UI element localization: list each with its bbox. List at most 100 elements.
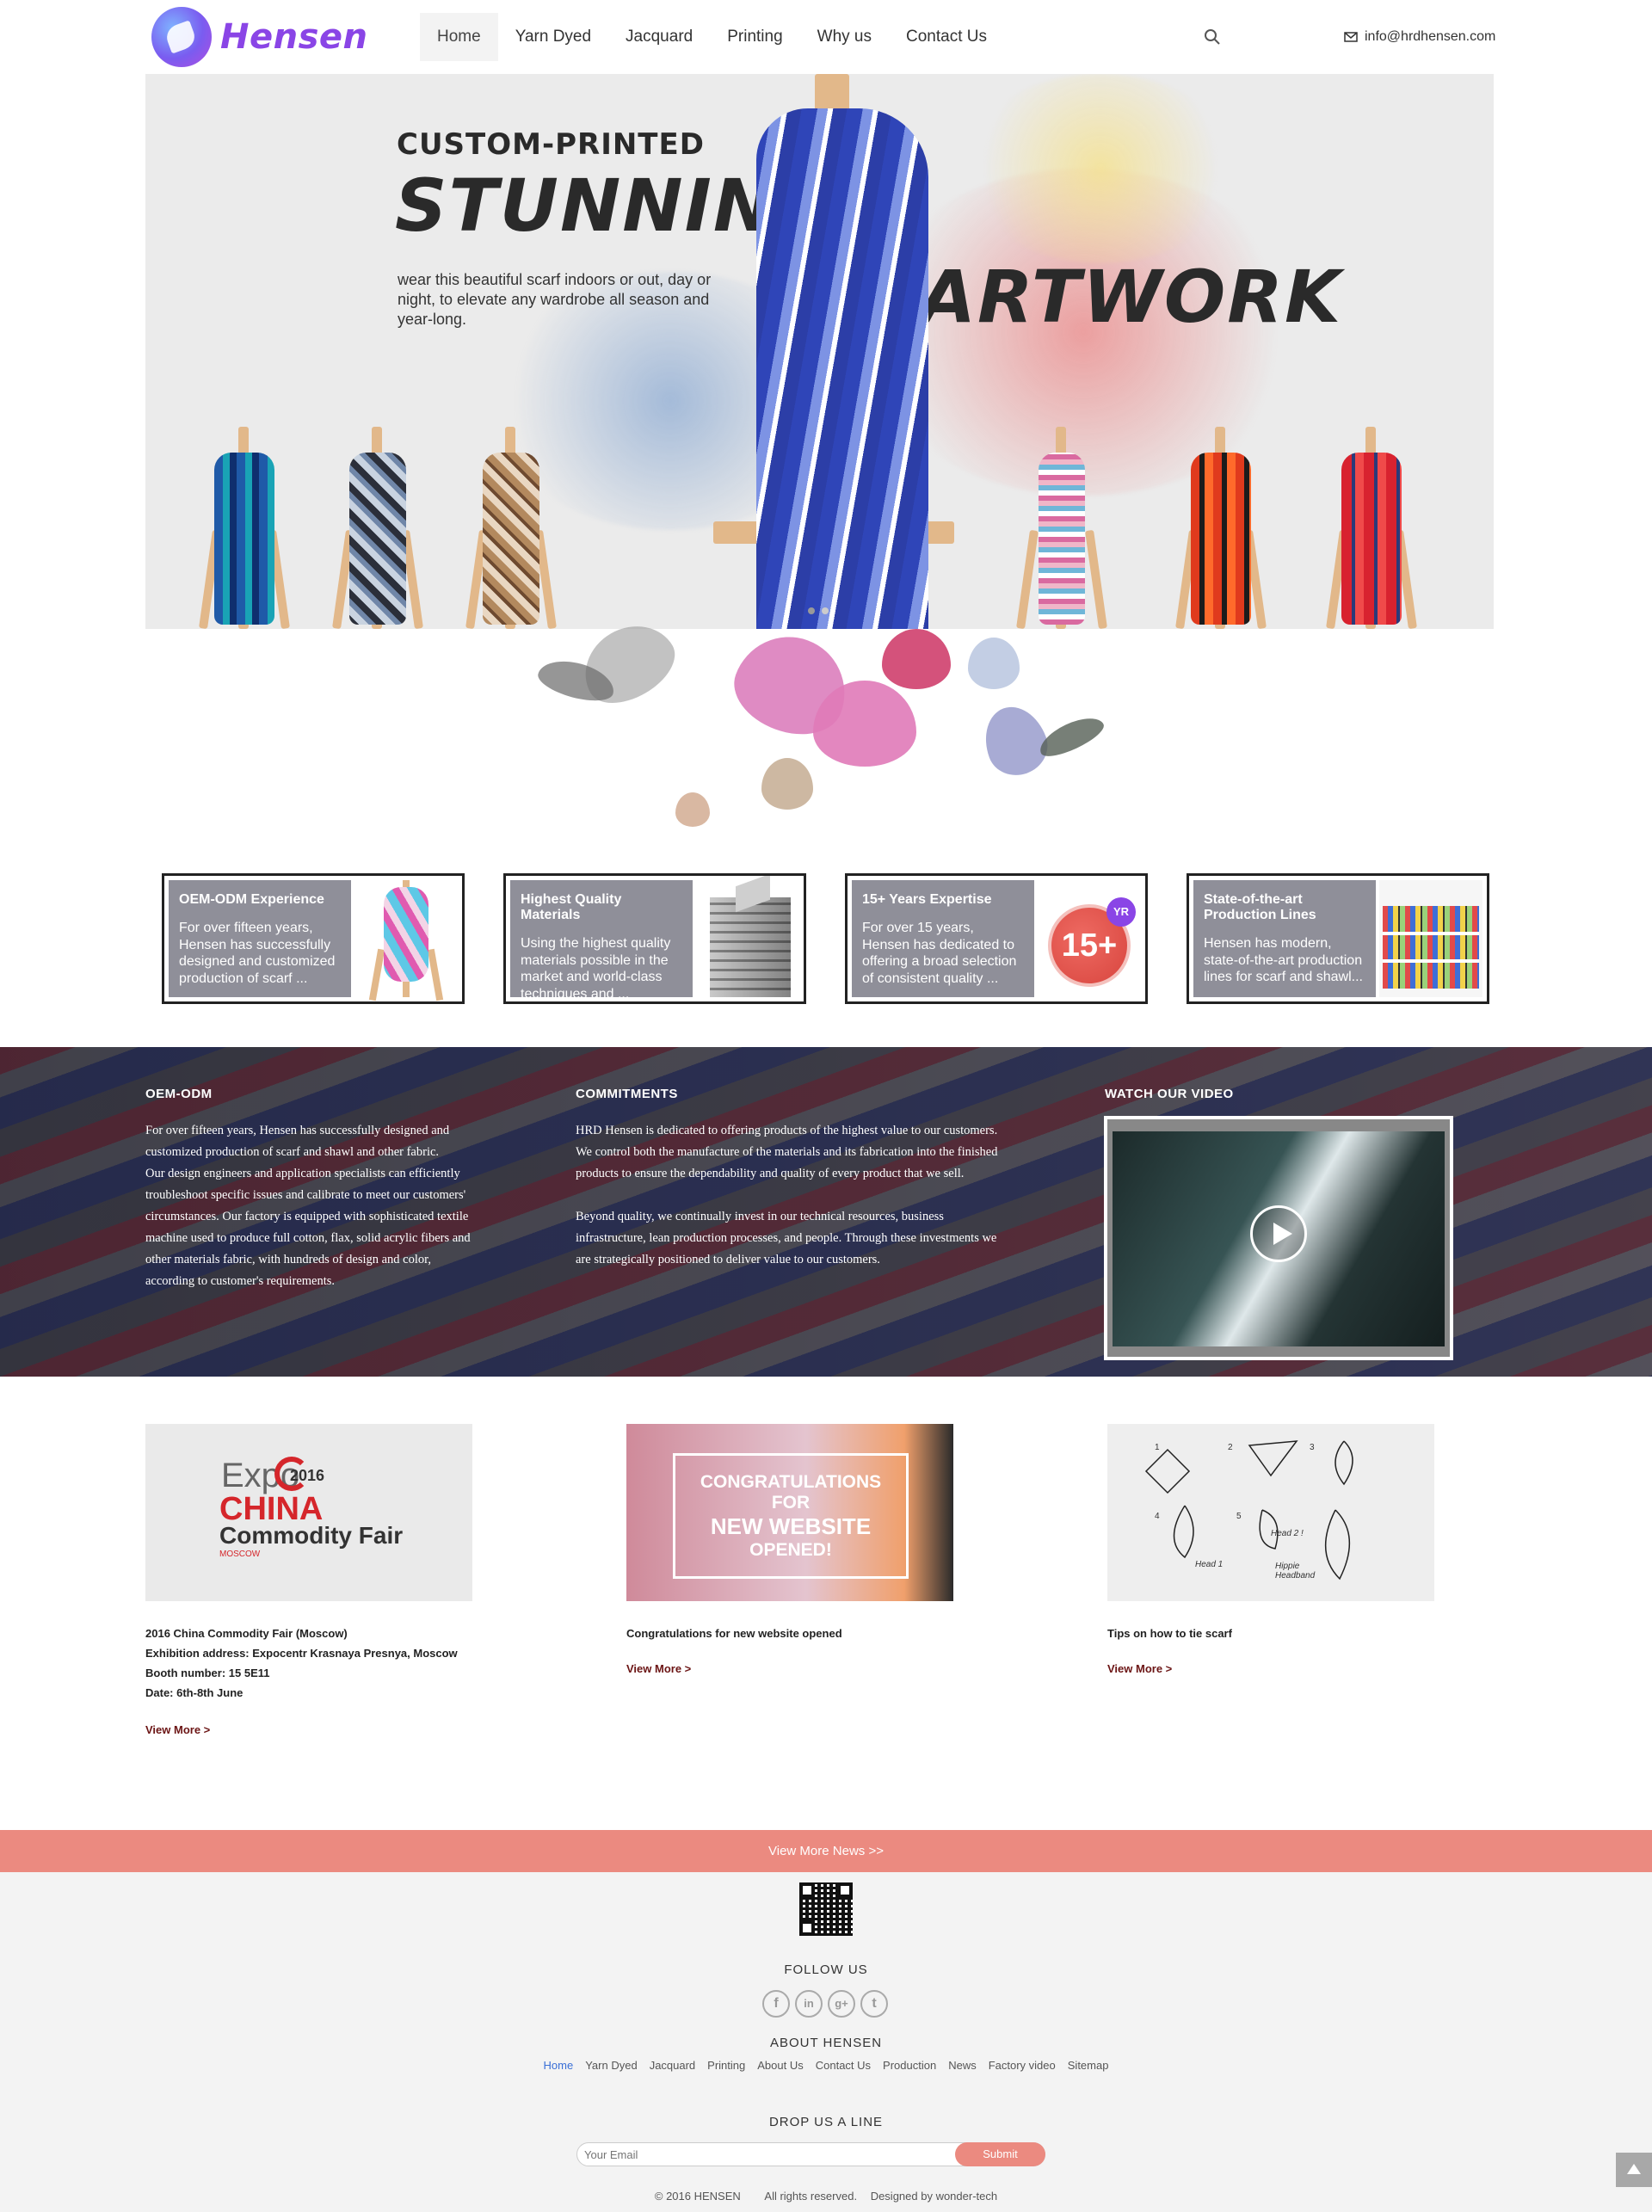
google-plus-icon[interactable]: g+ xyxy=(828,1990,855,2018)
footer-link-yarn-dyed[interactable]: Yarn Dyed xyxy=(585,2059,637,2072)
sketch-label: Hippie Headband xyxy=(1275,1562,1316,1580)
expo-image[interactable]: Expo 2016 CHINA Commodity Fair MOSCOW xyxy=(145,1424,472,1601)
feature-panel: 15+ Years Expertise For over 15 years, H… xyxy=(852,880,1034,997)
sketch-label: Head 2 ! xyxy=(1271,1529,1304,1538)
easel-scarf-2 xyxy=(330,427,425,629)
feature-title: Highest Quality Materials xyxy=(521,892,622,922)
view-more-news-bar[interactable]: View More News >> xyxy=(0,1830,1652,1872)
showroom-image xyxy=(1379,880,1482,997)
search-icon[interactable] xyxy=(1204,28,1221,46)
news-view-more-link[interactable]: View More > xyxy=(145,1723,472,1736)
congrats-line: CONGRATULATIONS xyxy=(700,1472,882,1492)
commitments-title: COMMITMENTS xyxy=(576,1087,678,1101)
feature-quality-materials[interactable]: Highest Quality Materials Using the high… xyxy=(503,873,806,1004)
nav-yarn-dyed[interactable]: Yarn Dyed xyxy=(498,13,608,61)
new-website-image[interactable]: CONGRATULATIONS FOR NEW WEBSITE OPENED! xyxy=(626,1424,953,1601)
feature-panel: Highest Quality Materials Using the high… xyxy=(510,880,693,1001)
building-image xyxy=(696,876,799,997)
expo-city: MOSCOW xyxy=(219,1550,261,1559)
hero-description: wear this beautiful scarf indoors or out… xyxy=(398,271,712,328)
yellow-paint-splash xyxy=(963,74,1238,263)
sketch-label: 4 xyxy=(1155,1512,1160,1521)
slider-dot[interactable] xyxy=(822,607,829,614)
congrats-line: FOR xyxy=(771,1493,811,1513)
feature-oem-odm[interactable]: OEM-ODM Experience For over fifteen year… xyxy=(162,873,465,1004)
page: Hensen Home Yarn Dyed Jacquard Printing … xyxy=(0,0,1652,2212)
congrats-text: CONGRATULATIONS FOR NEW WEBSITE OPENED! xyxy=(673,1472,909,1561)
news-line: Exhibition address: Expocentr Krasnaya P… xyxy=(145,1647,458,1660)
footer-link-sitemap[interactable]: Sitemap xyxy=(1068,2059,1109,2072)
oem-odm-text-1: For over fifteen years, Hensen has succe… xyxy=(145,1124,450,1159)
easel-scarf-4 xyxy=(1014,427,1109,629)
footer-link-contact-us[interactable]: Contact Us xyxy=(816,2059,871,2072)
footer-link-about-us[interactable]: About Us xyxy=(757,2059,803,2072)
header-email[interactable]: info@hrdhensen.com xyxy=(1344,29,1495,45)
sketch-label: 3 xyxy=(1310,1443,1315,1452)
twitter-icon[interactable]: t xyxy=(860,1990,888,2018)
featured-blue-scarf xyxy=(756,108,928,629)
feature-panel: OEM-ODM Experience For over fifteen year… xyxy=(169,880,351,997)
hero-slider[interactable]: CUSTOM-PRINTED STUNNING ARTWORK wear thi… xyxy=(145,74,1494,629)
expo-year: 2016 xyxy=(290,1467,325,1484)
commitments-text-1: HRD Hensen is dedicated to offering prod… xyxy=(576,1124,998,1180)
news-title: Tips on how to tie scarf xyxy=(1107,1627,1232,1640)
news-line: 2016 China Commodity Fair (Moscow) xyxy=(145,1627,348,1640)
nav-why-us[interactable]: Why us xyxy=(800,13,889,61)
congrats-line: OPENED! xyxy=(749,1540,832,1560)
feature-production-lines[interactable]: State-of-the-art Production Lines Hensen… xyxy=(1187,873,1489,1004)
mail-icon xyxy=(1344,32,1358,42)
oem-odm-title: OEM-ODM xyxy=(145,1087,213,1101)
logo-icon xyxy=(151,7,212,67)
slider-dot[interactable] xyxy=(808,607,815,614)
facebook-icon[interactable]: f xyxy=(762,1990,790,2018)
feature-title: State-of-the-art Production Lines xyxy=(1204,892,1316,922)
news-view-more-link[interactable]: View More > xyxy=(626,1662,953,1675)
sketch-label: Head 1 xyxy=(1195,1560,1224,1569)
feature-title: 15+ Years Expertise xyxy=(862,892,992,907)
about-band: OEM-ODM For over fifteen years, Hensen h… xyxy=(0,1047,1652,1377)
about-hensen-title: ABOUT HENSEN xyxy=(769,2036,883,2050)
back-to-top-button[interactable] xyxy=(1616,2153,1652,2187)
hero-slider-dots xyxy=(808,607,829,614)
linkedin-icon[interactable]: in xyxy=(795,1990,823,2018)
news-card-tips: 1 2 3 4 5 Head 1 Head 2 ! Hippie Headban… xyxy=(1107,1424,1434,1675)
footer-link-news[interactable]: News xyxy=(948,2059,977,2072)
logo[interactable]: Hensen xyxy=(151,5,368,69)
oem-odm-text-2: Our design engineers and application spe… xyxy=(145,1167,471,1288)
feature-text: For over 15 years, Hensen has dedicated … xyxy=(862,921,1017,986)
scarf-on-easel-image xyxy=(354,880,458,1001)
main-nav: Home Yarn Dyed Jacquard Printing Why us … xyxy=(420,13,1004,61)
rights-text: All rights reserved. xyxy=(764,2190,858,2203)
nav-contact-us[interactable]: Contact Us xyxy=(889,13,1004,61)
news-title: 2016 China Commodity Fair (Moscow) Exhib… xyxy=(145,1624,472,1703)
video-player[interactable] xyxy=(1104,1116,1453,1360)
email-input[interactable] xyxy=(577,2143,956,2166)
nav-jacquard[interactable]: Jacquard xyxy=(608,13,710,61)
footer-link-home[interactable]: Home xyxy=(544,2059,574,2072)
sketch-label: 2 xyxy=(1228,1443,1233,1452)
social-links: f in g+ t xyxy=(762,1990,888,2018)
designed-by-text: Designed by wonder-tech xyxy=(870,2190,998,2203)
badge-number: 15+ xyxy=(1061,927,1118,964)
congrats-line: NEW WEBSITE xyxy=(710,1513,872,1539)
scarf-tying-sketch-image[interactable]: 1 2 3 4 5 Head 1 Head 2 ! Hippie Headban… xyxy=(1107,1424,1434,1601)
nav-printing[interactable]: Printing xyxy=(710,13,799,61)
feature-text: Using the highest quality materials poss… xyxy=(521,936,671,1001)
footer-link-production[interactable]: Production xyxy=(883,2059,936,2072)
footer-link-factory-video[interactable]: Factory video xyxy=(989,2059,1056,2072)
feature-text: Hensen has modern, state-of-the-art prod… xyxy=(1204,936,1363,984)
footer-links: Home Yarn Dyed Jacquard Printing About U… xyxy=(0,2059,1652,2072)
hero-artwork-title: ARTWORK xyxy=(920,255,1343,339)
nav-home[interactable]: Home xyxy=(420,13,498,61)
news-card-expo: Expo 2016 CHINA Commodity Fair MOSCOW 20… xyxy=(145,1424,472,1736)
news-view-more-link[interactable]: View More > xyxy=(1107,1662,1434,1675)
footer-link-printing[interactable]: Printing xyxy=(707,2059,745,2072)
news-card-website: CONGRATULATIONS FOR NEW WEBSITE OPENED! … xyxy=(626,1424,953,1675)
feature-15-years[interactable]: 15+ Years Expertise For over 15 years, H… xyxy=(845,873,1148,1004)
footer-link-jacquard[interactable]: Jacquard xyxy=(650,2059,695,2072)
submit-button[interactable]: Submit xyxy=(955,2142,1045,2166)
easel-scarf-6 xyxy=(1324,427,1419,629)
drop-us-a-line-title: DROP US A LINE xyxy=(768,2115,884,2129)
play-icon[interactable] xyxy=(1250,1205,1307,1262)
news-line: Date: 6th-8th June xyxy=(145,1686,243,1699)
